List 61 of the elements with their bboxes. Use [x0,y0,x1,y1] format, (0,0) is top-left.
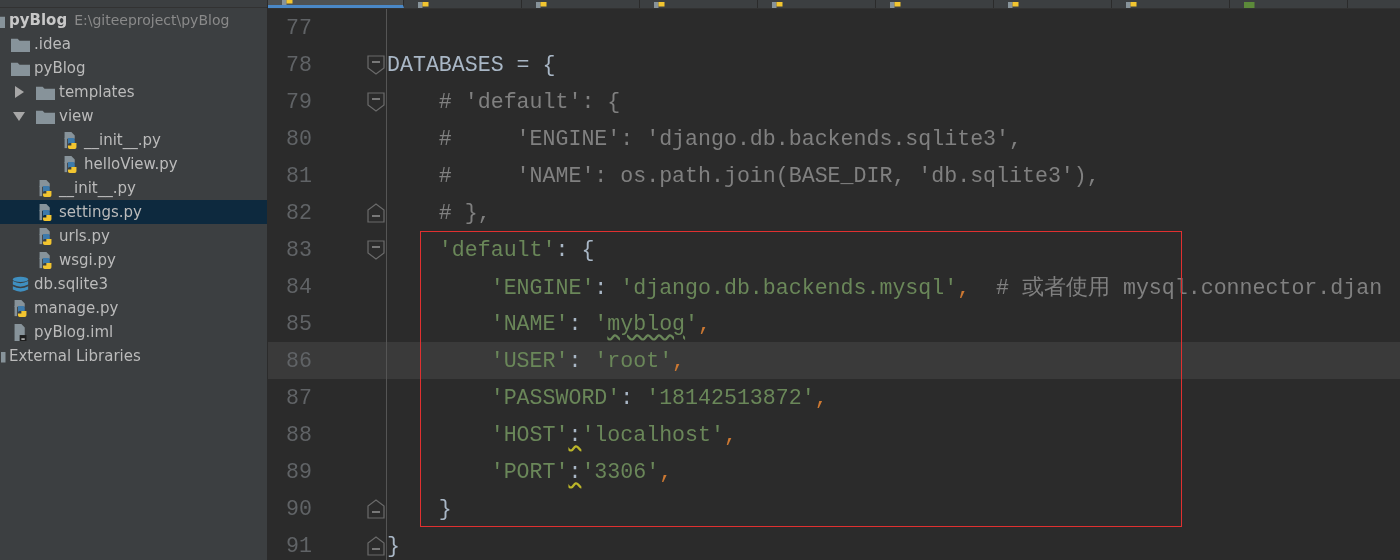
python-file-icon [280,0,296,5]
line-number: 78 [285,52,312,77]
python-file-icon [416,2,432,8]
code-line: } [437,496,452,521]
tree-item[interactable]: urls.py [0,224,267,248]
tree-item[interactable]: __init__.py [0,176,267,200]
database-icon [11,275,30,293]
html-file-icon [1242,2,1258,8]
code-line: 'default': { [437,237,595,262]
fold-marker-icon[interactable] [367,202,385,223]
expand-arrow-icon[interactable] [13,86,25,98]
fold-marker-icon[interactable] [367,535,385,556]
tree-item[interactable]: helloView.py [0,152,267,176]
tree-item[interactable]: db.sqlite3 [0,272,267,296]
python-file-icon [1124,2,1140,8]
code-line: 'HOST':'localhost', [489,422,737,447]
line-number: 83 [285,237,312,262]
python-file-icon [534,2,550,8]
tree-item[interactable]: External Libraries [0,344,267,368]
line-number: 87 [285,385,312,410]
code-line: 'USER': 'root', [489,348,686,373]
code-line: 'PASSWORD': '18142513872', [489,385,828,410]
line-number: 81 [285,163,312,188]
line-number: 77 [285,15,312,40]
tree-item[interactable]: pyBlog.iml [0,320,267,344]
line-number: 85 [285,311,312,336]
expand-arrow-icon[interactable] [13,110,25,122]
code-line: # 'NAME': os.path.join(BASE_DIR, 'db.sqlite3'), [437,163,1100,188]
line-number: 79 [285,89,312,114]
code-line: DATABASES = { [387,52,556,77]
python-file-icon [652,2,668,8]
tree-item[interactable]: .idea [0,32,267,56]
code-line: 'PORT':'3306', [489,459,673,484]
python-file-icon [888,2,904,8]
code-line: # }, [437,200,491,225]
line-number: 88 [285,422,312,447]
code-line: # 'default': { [437,89,621,114]
tree-item[interactable]: __init__.py [0,128,267,152]
code-line: } [387,533,400,558]
fold-marker-icon[interactable] [367,54,385,75]
line-number: 84 [285,274,312,299]
line-number: 89 [285,459,312,484]
code-line: # 'ENGINE': 'django.db.backends.sqlite3', [437,126,1022,151]
tree-item[interactable]: view [0,104,267,128]
project-path: E:\giteeproject\pyBlog [74,12,230,28]
tree-item[interactable]: pyBlog E:\giteeproject\pyBlog [0,8,267,32]
fold-marker-icon[interactable] [367,91,385,112]
tree-item[interactable]: pyBlog [0,56,267,80]
code-line: 'NAME': 'myblog', [489,311,711,336]
line-number: 90 [285,496,312,521]
python-file-icon [770,2,786,8]
tree-item[interactable]: wsgi.py [0,248,267,272]
python-file-icon [1006,2,1022,8]
tree-item[interactable]: settings.py [0,200,267,224]
fold-marker-icon[interactable] [367,239,385,260]
tree-item[interactable]: templates [0,80,267,104]
line-number: 80 [285,126,312,151]
line-number: 82 [285,200,312,225]
line-number: 91 [285,533,312,558]
fold-marker-icon[interactable] [367,498,385,519]
tree-item[interactable]: manage.py [0,296,267,320]
